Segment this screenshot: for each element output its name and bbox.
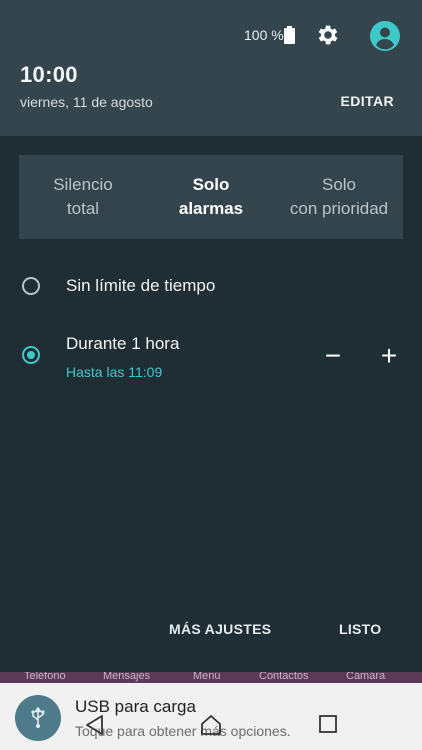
dock-label[interactable]: Contactos — [259, 672, 309, 682]
tab-label-line2: alarmas — [178, 199, 244, 218]
increase-duration-button[interactable]: + — [375, 342, 403, 370]
gear-icon[interactable] — [315, 22, 341, 48]
quick-settings-header: 100 % 10:00 viernes, 11 de agosto EDITAR — [0, 0, 422, 136]
home-icon[interactable] — [199, 714, 223, 736]
tab-label-line1: Silencio — [53, 175, 113, 194]
edit-button[interactable]: EDITAR — [341, 93, 394, 109]
radio-timed[interactable] — [22, 346, 40, 364]
tab-label-line1: Solo — [321, 175, 357, 194]
tab-label-line2: total — [66, 199, 100, 218]
more-settings-button[interactable]: MÁS AJUSTES — [169, 621, 271, 637]
back-icon[interactable] — [84, 714, 104, 736]
option-unlimited-label[interactable]: Sin límite de tiempo — [66, 276, 215, 296]
tab-label-line2: con prioridad — [289, 199, 389, 218]
dock-label[interactable]: Teléfono — [24, 672, 66, 682]
recents-icon[interactable] — [318, 714, 338, 734]
mode-tabs: Silencio total Solo alarmas Solo con priori… — [19, 155, 403, 239]
dock-label[interactable]: Mensajes — [103, 672, 150, 682]
battery-percentage: 100 % — [244, 27, 284, 43]
usb-icon — [15, 695, 61, 741]
done-button[interactable]: LISTO — [339, 621, 381, 637]
tab-label-line1: Solo — [192, 175, 230, 194]
notification-subtitle: Toque para obtener más opciones. — [75, 723, 291, 739]
avatar-icon[interactable] — [370, 21, 400, 51]
date: viernes, 11 de agosto — [20, 94, 153, 110]
option-timed-until: Hasta las 11:09 — [66, 364, 163, 380]
tab-solo-alarmas[interactable]: Solo alarmas — [147, 155, 275, 239]
radio-unlimited[interactable] — [22, 277, 40, 295]
tab-silencio-total[interactable]: Silencio total — [19, 155, 147, 239]
dock-label[interactable]: Menú — [193, 672, 221, 682]
battery-icon — [284, 26, 295, 44]
clock: 10:00 — [20, 62, 78, 87]
dock-label[interactable]: Cámara — [346, 672, 385, 682]
decrease-duration-button[interactable]: − — [319, 342, 347, 370]
tab-solo-prioridad[interactable]: Solo con prioridad — [275, 155, 403, 239]
option-timed-label[interactable]: Durante 1 hora — [66, 334, 179, 354]
